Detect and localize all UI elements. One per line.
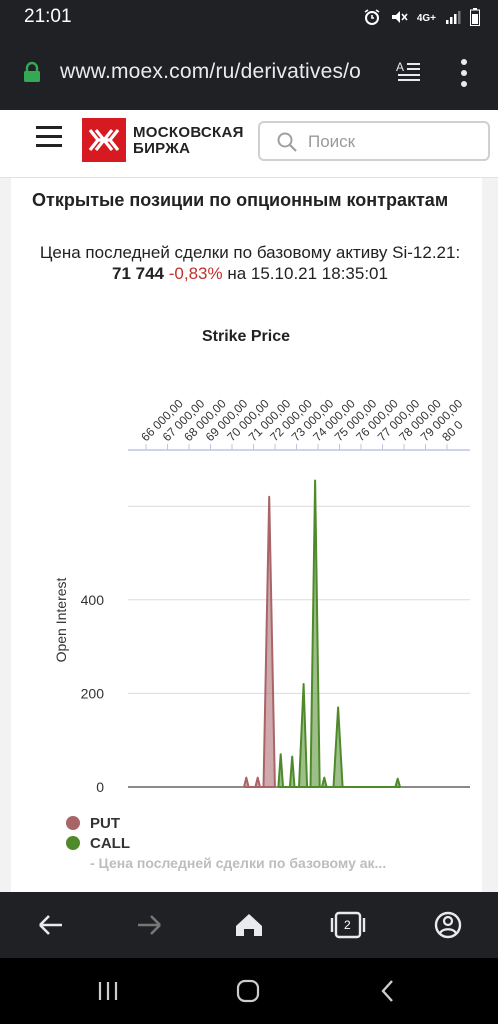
legend-marker-put bbox=[66, 816, 80, 830]
system-home-icon[interactable] bbox=[236, 979, 260, 1003]
chart-title: Strike Price bbox=[202, 328, 290, 345]
address-bar[interactable]: www.moex.com/ru/derivatives/o bbox=[60, 60, 382, 84]
y-tick-label: 400 bbox=[81, 592, 105, 608]
status-time: 21:01 bbox=[24, 6, 72, 27]
network-type-label: 4G+ bbox=[416, 13, 436, 24]
price-change: -0,83% bbox=[168, 264, 223, 283]
logo-line-2: БИРЖА bbox=[133, 140, 191, 157]
back-arrow-icon[interactable] bbox=[39, 915, 62, 935]
price-value: 71 744 bbox=[112, 264, 164, 283]
price-suffix: на 15.10.21 18:35:01 bbox=[222, 264, 388, 283]
legend-label: - Цена последней сделки по базовому ак..… bbox=[90, 855, 386, 871]
signal-icon bbox=[445, 9, 461, 28]
battery-icon bbox=[470, 8, 480, 29]
search-icon bbox=[276, 131, 298, 153]
tab-switcher-icon[interactable]: 2 bbox=[330, 911, 366, 939]
underlying-price-line: Цена последней сделки по базовому активу… bbox=[30, 242, 470, 284]
hamburger-menu-icon[interactable] bbox=[36, 126, 62, 148]
forward-arrow-icon[interactable] bbox=[138, 915, 161, 935]
page-title: Открытые позиции по опционным контрактам bbox=[32, 190, 449, 210]
y-tick-label: 0 bbox=[96, 779, 104, 795]
browser-toolbar: www.moex.com/ru/derivatives/o A bbox=[0, 36, 498, 110]
y-axis-label: Open Interest bbox=[53, 577, 69, 662]
search-placeholder: Поиск bbox=[308, 132, 356, 151]
search-input[interactable]: Поиск bbox=[258, 121, 490, 161]
alarm-icon bbox=[363, 8, 381, 29]
overflow-menu-icon[interactable] bbox=[458, 58, 470, 88]
status-bar: 21:01 4G+ bbox=[0, 0, 498, 36]
status-icons: 4G+ bbox=[363, 8, 480, 29]
logo-text[interactable]: МОСКОВСКАЯ БИРЖА bbox=[133, 125, 244, 157]
price-prefix: Цена последней сделки по базовому активу… bbox=[39, 243, 461, 262]
y-tick-label: 200 bbox=[81, 685, 105, 701]
series-area-put bbox=[243, 495, 276, 788]
browser-bottom-bar: 2 bbox=[0, 892, 498, 958]
home-icon[interactable] bbox=[236, 914, 262, 936]
svg-text:A: A bbox=[396, 60, 404, 74]
recent-apps-icon[interactable] bbox=[98, 982, 118, 1000]
open-interest-chart: Strike Price66 000,0067 000,0068 000,006… bbox=[53, 328, 470, 871]
system-navigation-bar bbox=[0, 958, 498, 1024]
tab-count: 2 bbox=[344, 918, 351, 932]
logo-line-1: МОСКОВСКАЯ bbox=[133, 124, 244, 141]
lock-icon[interactable] bbox=[22, 61, 42, 83]
site-header: МОСКОВСКАЯ БИРЖА Поиск bbox=[0, 110, 498, 178]
reader-mode-icon[interactable]: A bbox=[396, 60, 422, 84]
legend-label: PUT bbox=[90, 815, 120, 832]
account-icon[interactable] bbox=[434, 911, 462, 939]
system-back-icon[interactable] bbox=[381, 980, 393, 1002]
series-area-call bbox=[277, 479, 401, 788]
legend-marker-call bbox=[66, 836, 80, 850]
moex-logo-icon[interactable] bbox=[82, 118, 126, 162]
mute-icon bbox=[390, 8, 408, 29]
legend-label: CALL bbox=[90, 835, 130, 852]
